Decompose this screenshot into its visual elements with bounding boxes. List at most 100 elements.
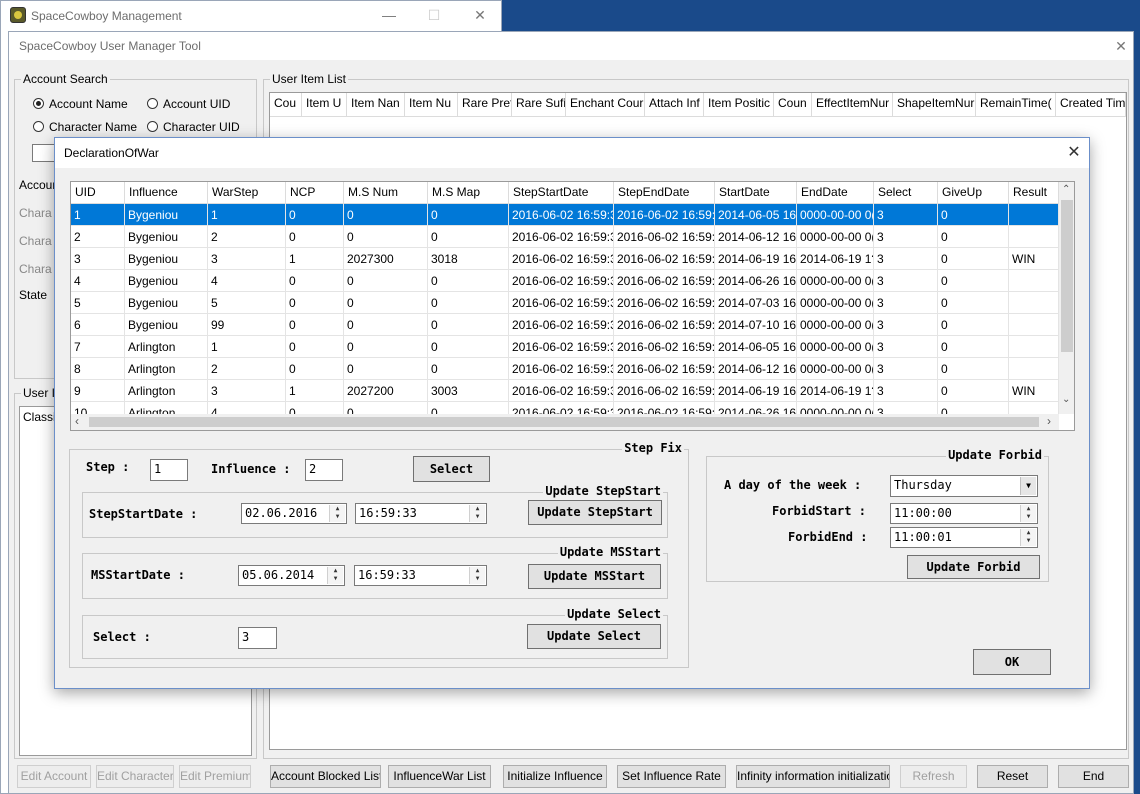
- table-cell: 2: [208, 226, 286, 248]
- war-table-vscrollbar[interactable]: ⌃ ⌄: [1059, 182, 1074, 414]
- edit-account-button[interactable]: Edit Account: [17, 765, 91, 788]
- col-header-startdate[interactable]: StartDate: [715, 182, 797, 204]
- scroll-up-icon[interactable]: ⌃: [1062, 184, 1070, 195]
- col-header-stependdate[interactable]: StepEndDate: [614, 182, 715, 204]
- radio-character-uid[interactable]: [147, 121, 158, 132]
- scroll-right-icon[interactable]: ›: [1047, 414, 1051, 428]
- maximize-icon[interactable]: ☐: [424, 5, 444, 25]
- table-row[interactable]: 1 Bygeniou 1 0 0 0 2016-06-02 16:59:3 2016-06-0…: [71, 204, 1059, 226]
- radio-account-uid[interactable]: [147, 98, 158, 109]
- close-icon[interactable]: ✕: [1111, 36, 1131, 56]
- item-col-header[interactable]: Item Nu: [405, 93, 458, 117]
- msstart-time-spinner[interactable]: ▲ ▼: [469, 567, 485, 584]
- item-col-header[interactable]: Item Positic: [704, 93, 774, 117]
- account-blocked-list-button[interactable]: Account Blocked List: [270, 765, 381, 788]
- radio-character-name[interactable]: [33, 121, 44, 132]
- item-col-header[interactable]: Cou: [270, 93, 302, 117]
- select-input[interactable]: 3: [238, 627, 277, 649]
- item-col-header[interactable]: Coun: [774, 93, 812, 117]
- msstart-time-picker[interactable]: 16:59:33 ▲ ▼: [354, 565, 487, 586]
- item-col-header[interactable]: ShapeItemNur: [893, 93, 976, 117]
- end-button[interactable]: End: [1058, 765, 1129, 788]
- day-of-week-select[interactable]: Thursday ▼: [890, 475, 1038, 497]
- item-col-header[interactable]: Enchant Cour: [566, 93, 645, 117]
- user-manager-title: SpaceCowboy User Manager Tool: [19, 39, 201, 53]
- scroll-left-icon[interactable]: ‹: [75, 414, 79, 428]
- forbid-end-spinner[interactable]: ▲ ▼: [1020, 529, 1036, 546]
- reset-button[interactable]: Reset: [977, 765, 1048, 788]
- ok-button[interactable]: OK: [973, 649, 1051, 675]
- table-row[interactable]: 4 Bygeniou 4 0 0 0 2016-06-02 16:59:3 2016-06-0…: [71, 270, 1059, 292]
- stepstart-time-spinner[interactable]: ▲ ▼: [469, 505, 485, 522]
- forbid-end-picker[interactable]: 11:00:01 ▲ ▼: [890, 527, 1038, 548]
- col-header-select[interactable]: Select: [874, 182, 938, 204]
- msstartdate-label: MSStartDate :: [91, 568, 185, 582]
- chevron-down-icon[interactable]: ▼: [1020, 477, 1036, 495]
- edit-character-button[interactable]: Edit Character: [96, 765, 174, 788]
- col-header-ncp[interactable]: NCP: [286, 182, 344, 204]
- table-cell: 0: [428, 358, 509, 380]
- close-icon[interactable]: ✕: [1064, 143, 1084, 163]
- item-col-header[interactable]: RemainTime(: [976, 93, 1056, 117]
- msstart-date-picker[interactable]: 05.06.2014 ▲ ▼: [238, 565, 345, 586]
- table-cell: Arlington: [125, 380, 208, 402]
- close-icon[interactable]: ✕: [470, 5, 490, 25]
- table-cell: 3: [874, 380, 938, 402]
- war-table-hscrollbar[interactable]: ‹ ›: [71, 414, 1059, 430]
- hscroll-thumb[interactable]: [89, 417, 1039, 427]
- item-col-header[interactable]: Item U: [302, 93, 347, 117]
- msstart-date-spinner[interactable]: ▲ ▼: [327, 567, 343, 584]
- radio-account-name[interactable]: [33, 98, 44, 109]
- col-header-ms-map[interactable]: M.S Map: [428, 182, 509, 204]
- select-button[interactable]: Select: [413, 456, 490, 482]
- table-row[interactable]: 6 Bygeniou 99 0 0 0 2016-06-02 16:59:3 2016-06-…: [71, 314, 1059, 336]
- table-cell: 3: [874, 336, 938, 358]
- table-cell: WIN: [1009, 248, 1059, 270]
- stepstart-time-picker[interactable]: 16:59:33 ▲ ▼: [355, 503, 487, 524]
- table-row[interactable]: 9 Arlington 3 1 2027200 3003 2016-06-02 16:59:…: [71, 380, 1059, 402]
- edit-premium-button[interactable]: Edit Premium: [179, 765, 251, 788]
- col-header-giveup[interactable]: GiveUp: [938, 182, 1009, 204]
- set-influence-rate-button[interactable]: Set Influence Rate: [617, 765, 726, 788]
- col-header-stepstartdate[interactable]: StepStartDate: [509, 182, 614, 204]
- infinity-info-init-button[interactable]: Infinity information initialization: [736, 765, 890, 788]
- item-col-header[interactable]: Attach Inf: [645, 93, 704, 117]
- war-table[interactable]: UID Influence WarStep NCP M.S Num M.S Ma…: [70, 181, 1075, 431]
- forbid-start-picker[interactable]: 11:00:00 ▲ ▼: [890, 503, 1038, 524]
- update-msstart-button[interactable]: Update MSStart: [528, 564, 661, 589]
- stepstart-date-picker[interactable]: 02.06.2016 ▲ ▼: [241, 503, 347, 524]
- initialize-influence-button[interactable]: Initialize Influence: [503, 765, 607, 788]
- table-cell: 2016-06-02 16:59::: [614, 248, 715, 270]
- table-row[interactable]: 5 Bygeniou 5 0 0 0 2016-06-02 16:59:3 2016-06-0…: [71, 292, 1059, 314]
- table-row[interactable]: 10 Arlington 4 0 0 0 2016-06-02 16:59:3 2016-06…: [71, 402, 1059, 414]
- influence-input[interactable]: 2: [305, 459, 343, 481]
- refresh-button[interactable]: Refresh: [900, 765, 967, 788]
- table-row[interactable]: 7 Arlington 1 0 0 0 2016-06-02 16:59:3 2016-06-…: [71, 336, 1059, 358]
- item-col-header[interactable]: Created Tim: [1056, 93, 1126, 117]
- col-header-warstep[interactable]: WarStep: [208, 182, 286, 204]
- stepstart-date-spinner[interactable]: ▲ ▼: [329, 505, 345, 522]
- col-header-uid[interactable]: UID: [71, 182, 125, 204]
- col-header-enddate[interactable]: EndDate: [797, 182, 874, 204]
- step-input[interactable]: 1: [150, 459, 188, 481]
- col-header-influence[interactable]: Influence: [125, 182, 208, 204]
- scroll-down-icon[interactable]: ⌄: [1062, 394, 1070, 405]
- update-stepstart-button[interactable]: Update StepStart: [528, 500, 662, 525]
- col-header-ms-num[interactable]: M.S Num: [344, 182, 428, 204]
- table-cell: 0: [938, 336, 1009, 358]
- table-row[interactable]: 3 Bygeniou 3 1 2027300 3018 2016-06-02 16:59:3…: [71, 248, 1059, 270]
- table-cell: 2016-06-02 16:59:3: [509, 314, 614, 336]
- item-col-header[interactable]: EffectItemNur: [812, 93, 893, 117]
- item-col-header[interactable]: Rare Pref: [458, 93, 512, 117]
- update-forbid-button[interactable]: Update Forbid: [907, 555, 1040, 579]
- influencewar-list-button[interactable]: InfluenceWar List: [388, 765, 491, 788]
- forbid-start-spinner[interactable]: ▲ ▼: [1020, 505, 1036, 522]
- scroll-thumb[interactable]: [1061, 200, 1073, 352]
- item-col-header[interactable]: Rare Sufi: [512, 93, 566, 117]
- table-row[interactable]: 8 Arlington 2 0 0 0 2016-06-02 16:59:3 2016-06-…: [71, 358, 1059, 380]
- minimize-icon[interactable]: —: [379, 5, 399, 25]
- col-header-result[interactable]: Result: [1009, 182, 1059, 204]
- table-row[interactable]: 2 Bygeniou 2 0 0 0 2016-06-02 16:59:3 2016-06-0…: [71, 226, 1059, 248]
- item-col-header[interactable]: Item Nan: [347, 93, 405, 117]
- update-select-button[interactable]: Update Select: [527, 624, 661, 649]
